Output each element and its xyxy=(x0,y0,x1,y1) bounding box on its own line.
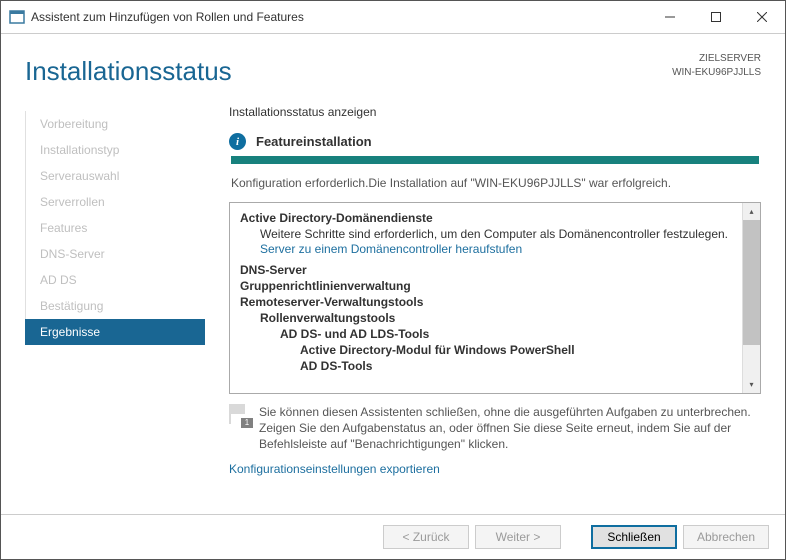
tree-gpo-header: Gruppenrichtlinienverwaltung xyxy=(240,279,732,293)
sidebar-item-serverrollen: Serverrollen xyxy=(25,189,205,215)
sidebar-item-dns-server: DNS-Server xyxy=(25,241,205,267)
sidebar-item-ergebnisse[interactable]: Ergebnisse xyxy=(25,319,205,345)
sidebar-item-bestaetigung: Bestätigung xyxy=(25,293,205,319)
window-title: Assistent zum Hinzufügen von Rollen und … xyxy=(31,10,647,24)
target-server-name: WIN-EKU96PJJLLS xyxy=(672,66,761,80)
results-tree: Active Directory-Domänendienste Weitere … xyxy=(230,203,742,393)
status-row: i Featureinstallation xyxy=(229,133,761,150)
footer-buttons: < Zurück Weiter > Schließen Abbrechen xyxy=(1,514,785,559)
hint-row: 1 Sie können diesen Assistenten schließe… xyxy=(229,404,761,452)
tree-ps-module: Active Directory-Modul für Windows Power… xyxy=(240,343,732,357)
target-server-info: ZIELSERVER WIN-EKU96PJJLLS xyxy=(672,52,761,80)
wizard-steps-sidebar: Vorbereitung Installationstyp Serverausw… xyxy=(25,105,205,514)
next-button: Weiter > xyxy=(475,525,561,549)
tree-rsat-roles: Rollenverwaltungstools xyxy=(240,311,732,325)
tree-rsat-header: Remoteserver-Verwaltungstools xyxy=(240,295,732,309)
hint-text: Sie können diesen Assistenten schließen,… xyxy=(259,404,761,452)
info-icon: i xyxy=(229,133,246,150)
sidebar-item-serverauswahl: Serverauswahl xyxy=(25,163,205,189)
tree-adds-tools: AD DS-Tools xyxy=(240,359,732,373)
tree-adlds-tools: AD DS- und AD LDS-Tools xyxy=(240,327,732,341)
tree-dns-header: DNS-Server xyxy=(240,263,732,277)
results-scrollbar[interactable]: ▴ ▾ xyxy=(742,203,760,393)
tree-adds-header: Active Directory-Domänendienste xyxy=(240,211,732,225)
tree-adds-text: Weitere Schritte sind erforderlich, um d… xyxy=(240,227,732,241)
header-row: Installationsstatus ZIELSERVER WIN-EKU96… xyxy=(25,52,761,87)
status-title: Featureinstallation xyxy=(256,134,372,149)
close-button[interactable] xyxy=(739,1,785,33)
promote-dc-link[interactable]: Server zu einem Domänencontroller herauf… xyxy=(260,242,522,256)
scroll-thumb[interactable] xyxy=(743,220,760,345)
sidebar-item-ad-ds: AD DS xyxy=(25,267,205,293)
target-server-label: ZIELSERVER xyxy=(672,52,761,66)
wizard-window: Assistent zum Hinzufügen von Rollen und … xyxy=(0,0,786,560)
section-label: Installationsstatus anzeigen xyxy=(229,105,761,119)
results-tree-box: Active Directory-Domänendienste Weitere … xyxy=(229,202,761,394)
export-settings-link[interactable]: Konfigurationseinstellungen exportieren xyxy=(229,462,761,476)
close-wizard-button[interactable]: Schließen xyxy=(591,525,677,549)
sidebar-item-features: Features xyxy=(25,215,205,241)
content-area: Installationsstatus ZIELSERVER WIN-EKU96… xyxy=(1,34,785,514)
titlebar: Assistent zum Hinzufügen von Rollen und … xyxy=(1,1,785,34)
maximize-button[interactable] xyxy=(693,1,739,33)
scroll-track[interactable] xyxy=(743,220,760,376)
scroll-up-icon[interactable]: ▴ xyxy=(743,203,760,220)
page-title: Installationsstatus xyxy=(25,56,672,87)
main-panel: Installationsstatus anzeigen i Featurein… xyxy=(205,105,761,514)
cancel-button: Abbrechen xyxy=(683,525,769,549)
result-message: Konfiguration erforderlich.Die Installat… xyxy=(231,176,761,190)
body: Vorbereitung Installationstyp Serverausw… xyxy=(25,105,761,514)
minimize-button[interactable] xyxy=(647,1,693,33)
sidebar-item-vorbereitung: Vorbereitung xyxy=(25,111,205,137)
window-controls xyxy=(647,1,785,33)
scroll-down-icon[interactable]: ▾ xyxy=(743,376,760,393)
sidebar-item-installationstyp: Installationstyp xyxy=(25,137,205,163)
progress-bar xyxy=(231,156,759,164)
app-icon xyxy=(9,9,25,25)
notifications-flag-icon: 1 xyxy=(229,404,251,426)
back-button: < Zurück xyxy=(383,525,469,549)
notifications-badge: 1 xyxy=(241,418,253,428)
